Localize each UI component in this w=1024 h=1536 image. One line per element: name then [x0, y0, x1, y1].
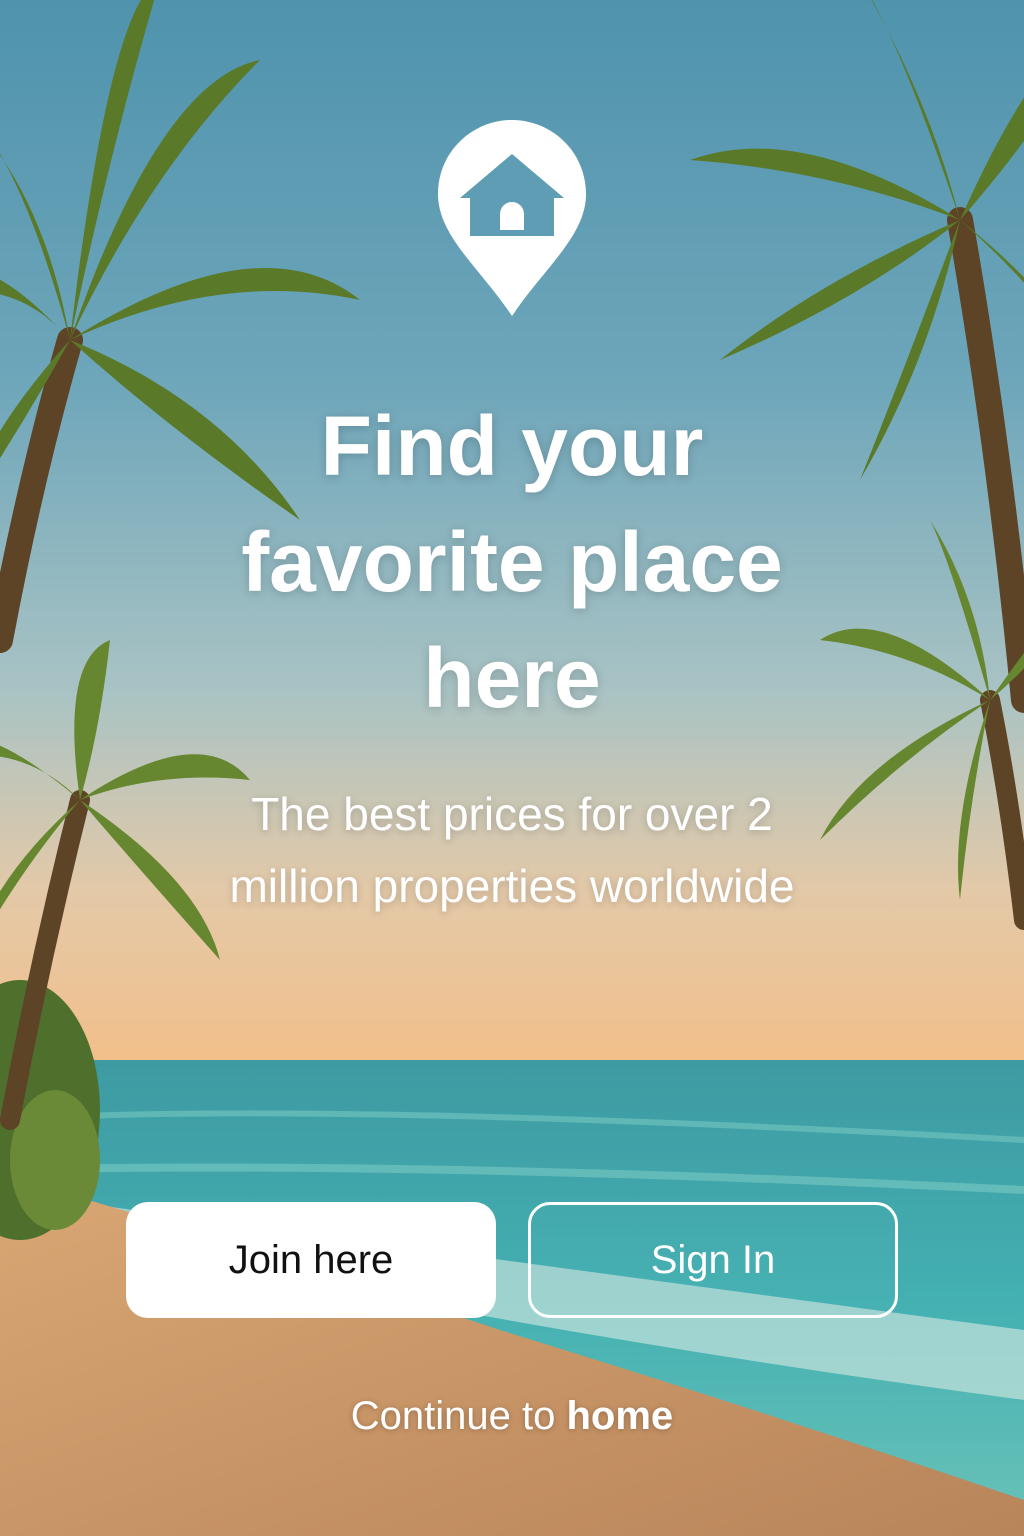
sign-in-button[interactable]: Sign In [528, 1202, 898, 1318]
hero-subtitle-line: million properties worldwide [229, 860, 795, 912]
hero-title-line: Find your [320, 399, 704, 493]
join-button[interactable]: Join here [126, 1202, 496, 1318]
sign-in-button-label: Sign In [650, 1237, 776, 1282]
hero-title-line: favorite place [241, 515, 783, 609]
home-location-pin-icon [438, 120, 586, 316]
hero-title: Find your favorite place here [112, 388, 912, 736]
hero-subtitle: The best prices for over 2 million prope… [112, 778, 912, 922]
hero-subtitle-line: The best prices for over 2 [251, 788, 773, 840]
welcome-screen: Find your favorite place here The best p… [0, 0, 1024, 1536]
join-button-label: Join here [228, 1237, 394, 1282]
hero-title-line: here [423, 631, 601, 725]
continue-prefix: Continue to [350, 1394, 567, 1438]
continue-to-home-link[interactable]: Continue to home [212, 1388, 812, 1444]
continue-home-text: home [566, 1394, 674, 1438]
